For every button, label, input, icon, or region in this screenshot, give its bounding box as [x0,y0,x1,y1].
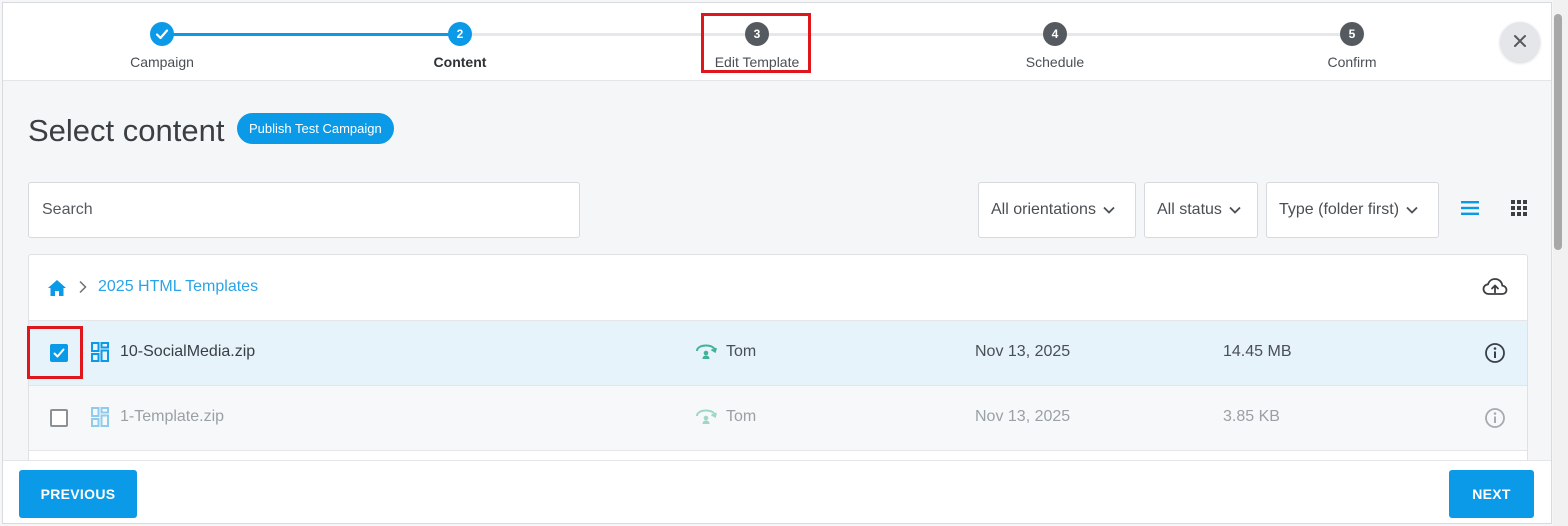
step-campaign[interactable]: Campaign [62,22,262,70]
status-select[interactable]: All status [1144,182,1258,238]
wizard-footer: PREVIOUS NEXT [3,460,1551,523]
search-input[interactable] [28,182,580,238]
step-label: Content [433,54,487,70]
scrollbar-thumb[interactable] [1554,14,1562,250]
step-label: Campaign [130,54,194,70]
orientation-select[interactable]: All orientations [978,182,1136,238]
file-size: 3.85 KB [1223,408,1280,425]
list-view-button[interactable] [1459,199,1481,221]
chevron-down-icon [1229,206,1241,214]
row-checkbox[interactable] [50,344,68,362]
campaign-wizard-modal: Campaign 2 Content 3 Edit Template 4 Sch… [2,2,1552,524]
file-name[interactable]: 10-SocialMedia.zip [120,343,255,361]
chevron-down-icon [1103,206,1115,214]
shared-user-icon [695,344,717,365]
shared-user-icon [695,409,717,430]
chevron-right-icon [78,280,88,299]
row-checkbox[interactable] [50,409,68,427]
checkmark-icon [150,22,174,46]
stepper-track-pending [460,33,1352,36]
file-owner: Tom [726,408,757,425]
step-edit-template[interactable]: 3 Edit Template [657,22,857,70]
file-list: 2025 HTML Templates 10-SocialMedia.zip T… [28,254,1528,464]
template-icon [91,407,109,432]
file-owner: Tom [726,343,757,360]
step-number: 5 [1340,22,1364,46]
chevron-down-icon [1406,206,1418,214]
list-view-icon [1461,200,1479,220]
breadcrumb: 2025 HTML Templates [29,255,1527,321]
status-select-value: All status [1157,201,1222,218]
step-label: Confirm [1327,54,1377,70]
close-button[interactable] [1500,22,1540,62]
close-icon [1512,33,1528,52]
home-icon[interactable] [47,279,67,302]
sort-select-value: Type (folder first) [1279,201,1400,218]
step-number: 3 [745,22,769,46]
step-label: Schedule [1025,54,1085,70]
file-row[interactable]: 10-SocialMedia.zip Tom Nov 13, 2025 14.4… [29,321,1527,386]
publish-test-campaign-button[interactable]: Publish Test Campaign [237,113,394,144]
step-number: 2 [448,22,472,46]
page-title: Select content [28,113,225,148]
previous-button[interactable]: PREVIOUS [19,470,137,518]
step-confirm[interactable]: 5 Confirm [1252,22,1452,70]
sort-select[interactable]: Type (folder first) [1266,182,1439,238]
orientation-select-value: All orientations [991,201,1096,218]
file-size: 14.45 MB [1223,343,1292,360]
file-date: Nov 13, 2025 [975,343,1071,360]
next-button[interactable]: NEXT [1449,470,1534,518]
step-label: Edit Template [714,54,800,70]
file-date: Nov 13, 2025 [975,408,1071,425]
wizard-stepper: Campaign 2 Content 3 Edit Template 4 Sch… [3,3,1551,81]
breadcrumb-folder-link[interactable]: 2025 HTML Templates [98,278,258,296]
info-icon[interactable] [1484,407,1506,434]
file-row[interactable]: 1-Template.zip Tom Nov 13, 2025 3.85 KB [29,386,1527,451]
step-number: 4 [1043,22,1067,46]
file-name[interactable]: 1-Template.zip [120,408,224,426]
info-icon[interactable] [1484,342,1506,369]
template-icon [91,342,109,367]
step-content[interactable]: 2 Content [360,22,560,70]
grid-view-button[interactable] [1508,199,1530,221]
cloud-upload-icon[interactable] [1482,277,1508,302]
step-schedule[interactable]: 4 Schedule [955,22,1155,70]
grid-view-icon [1511,199,1527,221]
